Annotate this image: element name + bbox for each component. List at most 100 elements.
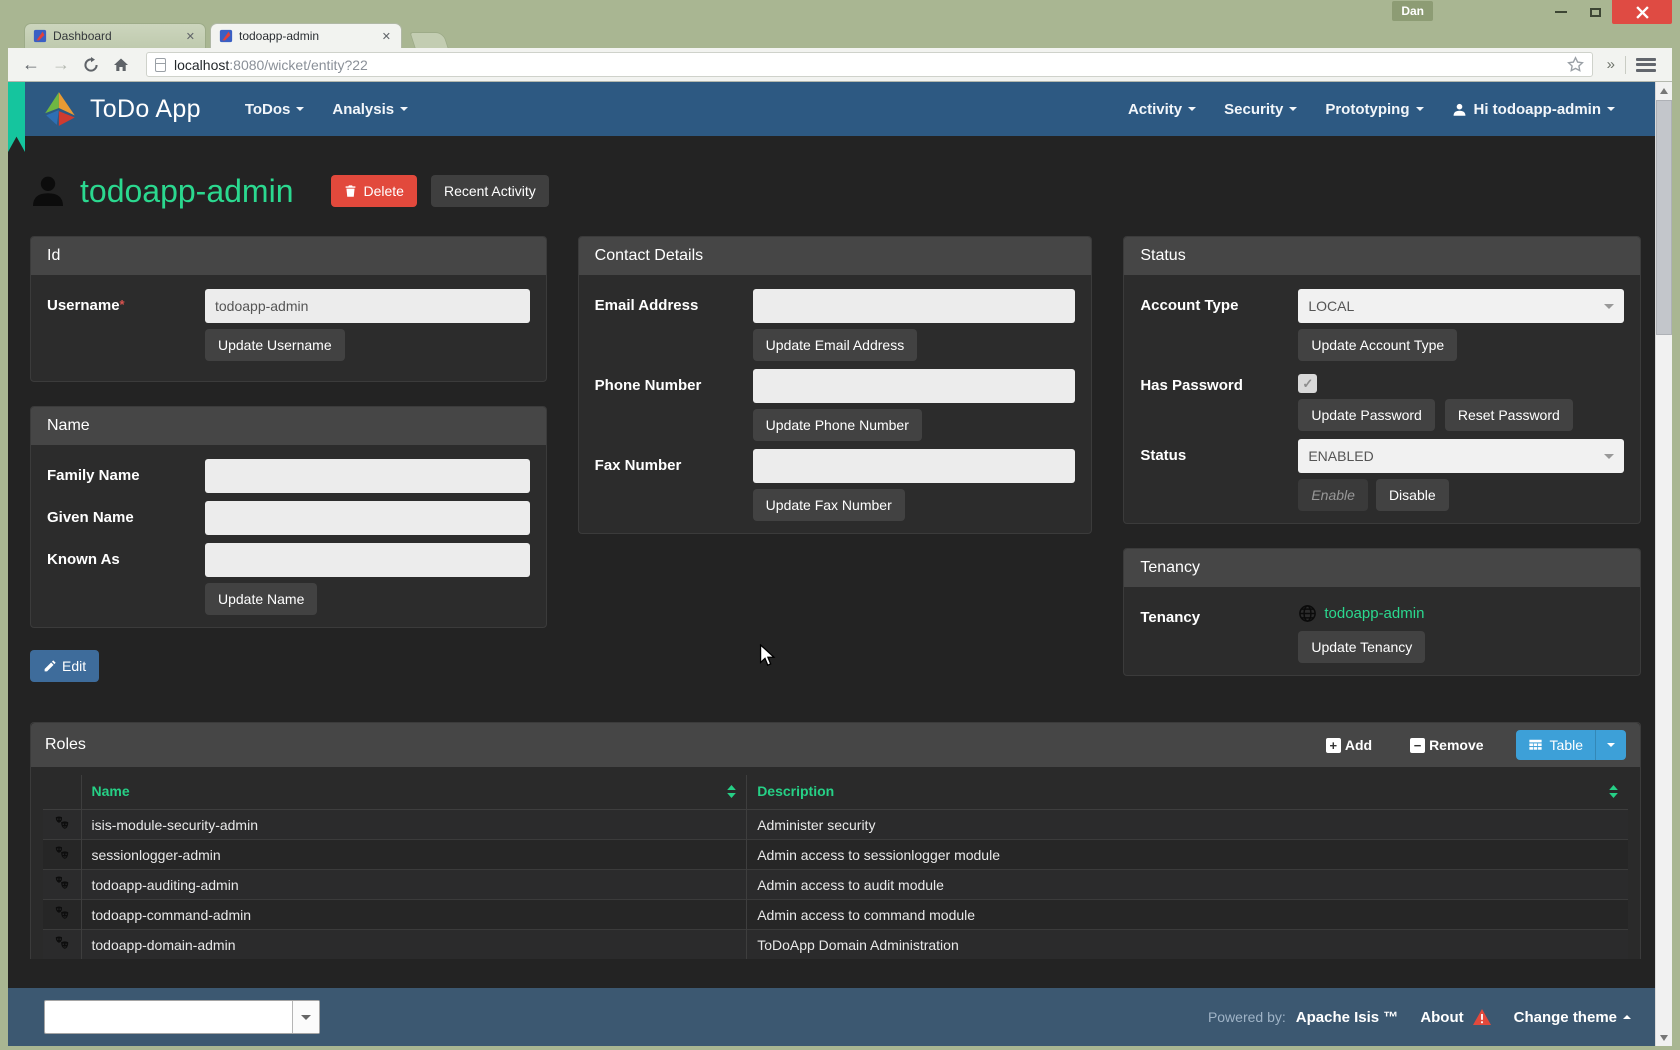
tab-close-icon[interactable]: ✕ bbox=[184, 30, 197, 43]
warning-triangle-icon bbox=[1472, 1008, 1492, 1026]
menu-activity[interactable]: Activity bbox=[1128, 101, 1196, 118]
menu-todos[interactable]: ToDos bbox=[245, 101, 305, 118]
table-row[interactable]: todoapp-domain-admin ToDoApp Domain Admi… bbox=[43, 930, 1628, 960]
update-password-button[interactable]: Update Password bbox=[1298, 399, 1435, 431]
recent-activity-button[interactable]: Recent Activity bbox=[431, 175, 549, 207]
phone-input[interactable] bbox=[753, 369, 1076, 403]
panel-name-header: Name bbox=[31, 407, 546, 445]
family-name-input[interactable] bbox=[205, 459, 530, 493]
panel-status-header: Status bbox=[1124, 237, 1640, 275]
roles-table-view-button[interactable]: Table bbox=[1516, 730, 1595, 760]
sort-icon[interactable] bbox=[1609, 785, 1618, 801]
scrollbar-up-icon[interactable] bbox=[1656, 82, 1672, 99]
role-name-cell[interactable]: todoapp-auditing-admin bbox=[81, 870, 747, 900]
new-tab-button[interactable] bbox=[409, 32, 448, 48]
footer-right: Powered by: Apache Isis ™ About Change t… bbox=[1208, 1008, 1631, 1026]
role-icon-cell bbox=[43, 870, 81, 900]
tab-todoapp-admin[interactable]: todoapp-admin ✕ bbox=[210, 23, 402, 48]
footer-select-value bbox=[45, 1001, 292, 1033]
update-phone-button[interactable]: Update Phone Number bbox=[753, 409, 922, 441]
known-as-label: Known As bbox=[47, 543, 205, 615]
update-name-button[interactable]: Update Name bbox=[205, 583, 317, 615]
update-username-button[interactable]: Update Username bbox=[205, 329, 345, 361]
delete-button[interactable]: Delete bbox=[331, 175, 416, 207]
panel-tenancy-header: Tenancy bbox=[1124, 549, 1640, 587]
role-name-cell[interactable]: sessionlogger-admin bbox=[81, 840, 747, 870]
scrollbar[interactable] bbox=[1655, 82, 1672, 1046]
theater-masks-icon bbox=[54, 845, 70, 861]
entity-content: todoapp-admin Delete Recent Activity Id bbox=[30, 172, 1641, 959]
home-icon[interactable] bbox=[108, 52, 134, 78]
footer-select-dropdown[interactable] bbox=[292, 1001, 319, 1033]
disable-button[interactable]: Disable bbox=[1376, 479, 1449, 511]
has-password-label: Has Password bbox=[1140, 369, 1298, 431]
reset-password-button[interactable]: Reset Password bbox=[1445, 399, 1573, 431]
chevron-down-icon bbox=[301, 1015, 311, 1020]
account-type-select[interactable]: LOCAL bbox=[1298, 289, 1624, 323]
role-name-cell[interactable]: todoapp-domain-admin bbox=[81, 930, 747, 960]
apache-isis-link[interactable]: Apache Isis ™ bbox=[1296, 1009, 1399, 1026]
roles-description-column-header[interactable]: Description bbox=[747, 775, 1628, 810]
email-input[interactable] bbox=[753, 289, 1076, 323]
table-row[interactable]: sessionlogger-admin Admin access to sess… bbox=[43, 840, 1628, 870]
enable-button[interactable]: Enable bbox=[1298, 479, 1368, 511]
given-name-input[interactable] bbox=[205, 501, 530, 535]
overflow-extensions-icon[interactable]: » bbox=[1607, 56, 1615, 73]
window-close-button[interactable] bbox=[1612, 0, 1672, 24]
update-tenancy-button[interactable]: Update Tenancy bbox=[1298, 631, 1425, 663]
menu-security[interactable]: Security bbox=[1224, 101, 1297, 118]
edit-button[interactable]: Edit bbox=[30, 650, 99, 682]
about-link[interactable]: About bbox=[1420, 1008, 1491, 1026]
status-label: Status bbox=[1140, 439, 1298, 511]
brand[interactable]: ToDo App bbox=[42, 90, 201, 128]
back-icon[interactable]: ← bbox=[18, 52, 44, 78]
table-row[interactable]: todoapp-command-admin Admin access to co… bbox=[43, 900, 1628, 930]
menu-analysis[interactable]: Analysis bbox=[332, 101, 408, 118]
role-description-cell: Admin access to sessionlogger module bbox=[747, 840, 1628, 870]
role-name-cell[interactable]: todoapp-command-admin bbox=[81, 900, 747, 930]
panel-tenancy: Tenancy Tenancy t bbox=[1123, 548, 1641, 676]
tenancy-link[interactable]: todoapp-admin bbox=[1324, 605, 1424, 622]
has-password-checkbox[interactable]: ✓ bbox=[1298, 374, 1317, 393]
status-select[interactable]: ENABLED bbox=[1298, 439, 1624, 473]
menu-user[interactable]: Hi todoapp-admin bbox=[1452, 101, 1616, 118]
update-account-type-button[interactable]: Update Account Type bbox=[1298, 329, 1457, 361]
forward-icon[interactable]: → bbox=[48, 52, 74, 78]
update-fax-button[interactable]: Update Fax Number bbox=[753, 489, 905, 521]
address-bar[interactable]: localhost :8080/wicket/entity?22 bbox=[146, 52, 1593, 77]
table-row[interactable]: todoapp-auditing-admin Admin access to a… bbox=[43, 870, 1628, 900]
panel-id-header: Id bbox=[31, 237, 546, 275]
username-input[interactable] bbox=[205, 289, 530, 323]
user-entity-icon bbox=[30, 172, 66, 210]
menu-prototyping[interactable]: Prototyping bbox=[1325, 101, 1423, 118]
window-maximize-button[interactable] bbox=[1578, 0, 1612, 24]
tab-dashboard[interactable]: Dashboard ✕ bbox=[24, 23, 206, 48]
roles-name-column-header[interactable]: Name bbox=[81, 775, 747, 810]
footer-select[interactable] bbox=[44, 1000, 320, 1034]
roles-view-dropdown[interactable] bbox=[1595, 730, 1626, 760]
bookmark-star-icon[interactable] bbox=[1567, 56, 1584, 73]
scrollbar-thumb[interactable] bbox=[1656, 100, 1672, 335]
known-as-input[interactable] bbox=[205, 543, 530, 577]
browser-profile-badge[interactable]: Dan bbox=[1392, 1, 1433, 21]
fax-input[interactable] bbox=[753, 449, 1076, 483]
roles-header: Roles +Add −Remove Tabl bbox=[31, 723, 1640, 767]
tab-close-icon[interactable]: ✕ bbox=[380, 30, 393, 43]
page-title: todoapp-admin bbox=[80, 173, 293, 210]
browser-menu-icon[interactable] bbox=[1636, 58, 1656, 72]
roles-remove-button[interactable]: −Remove bbox=[1410, 737, 1483, 753]
roles-add-button[interactable]: +Add bbox=[1326, 737, 1372, 753]
email-label: Email Address bbox=[595, 289, 753, 361]
powered-by-label: Powered by: bbox=[1208, 1009, 1286, 1025]
toolbar-separator bbox=[1625, 56, 1626, 74]
window-minimize-button[interactable] bbox=[1544, 0, 1578, 24]
sort-icon[interactable] bbox=[727, 785, 736, 801]
scrollbar-down-icon[interactable] bbox=[1656, 1029, 1672, 1046]
role-name-cell[interactable]: isis-module-security-admin bbox=[81, 810, 747, 840]
update-email-button[interactable]: Update Email Address bbox=[753, 329, 918, 361]
change-theme-link[interactable]: Change theme bbox=[1514, 1009, 1631, 1026]
table-row[interactable]: isis-module-security-admin Administer se… bbox=[43, 810, 1628, 840]
reload-icon[interactable] bbox=[78, 52, 104, 78]
app-footer: Powered by: Apache Isis ™ About Change t… bbox=[8, 988, 1655, 1046]
plus-square-icon: + bbox=[1326, 738, 1341, 753]
